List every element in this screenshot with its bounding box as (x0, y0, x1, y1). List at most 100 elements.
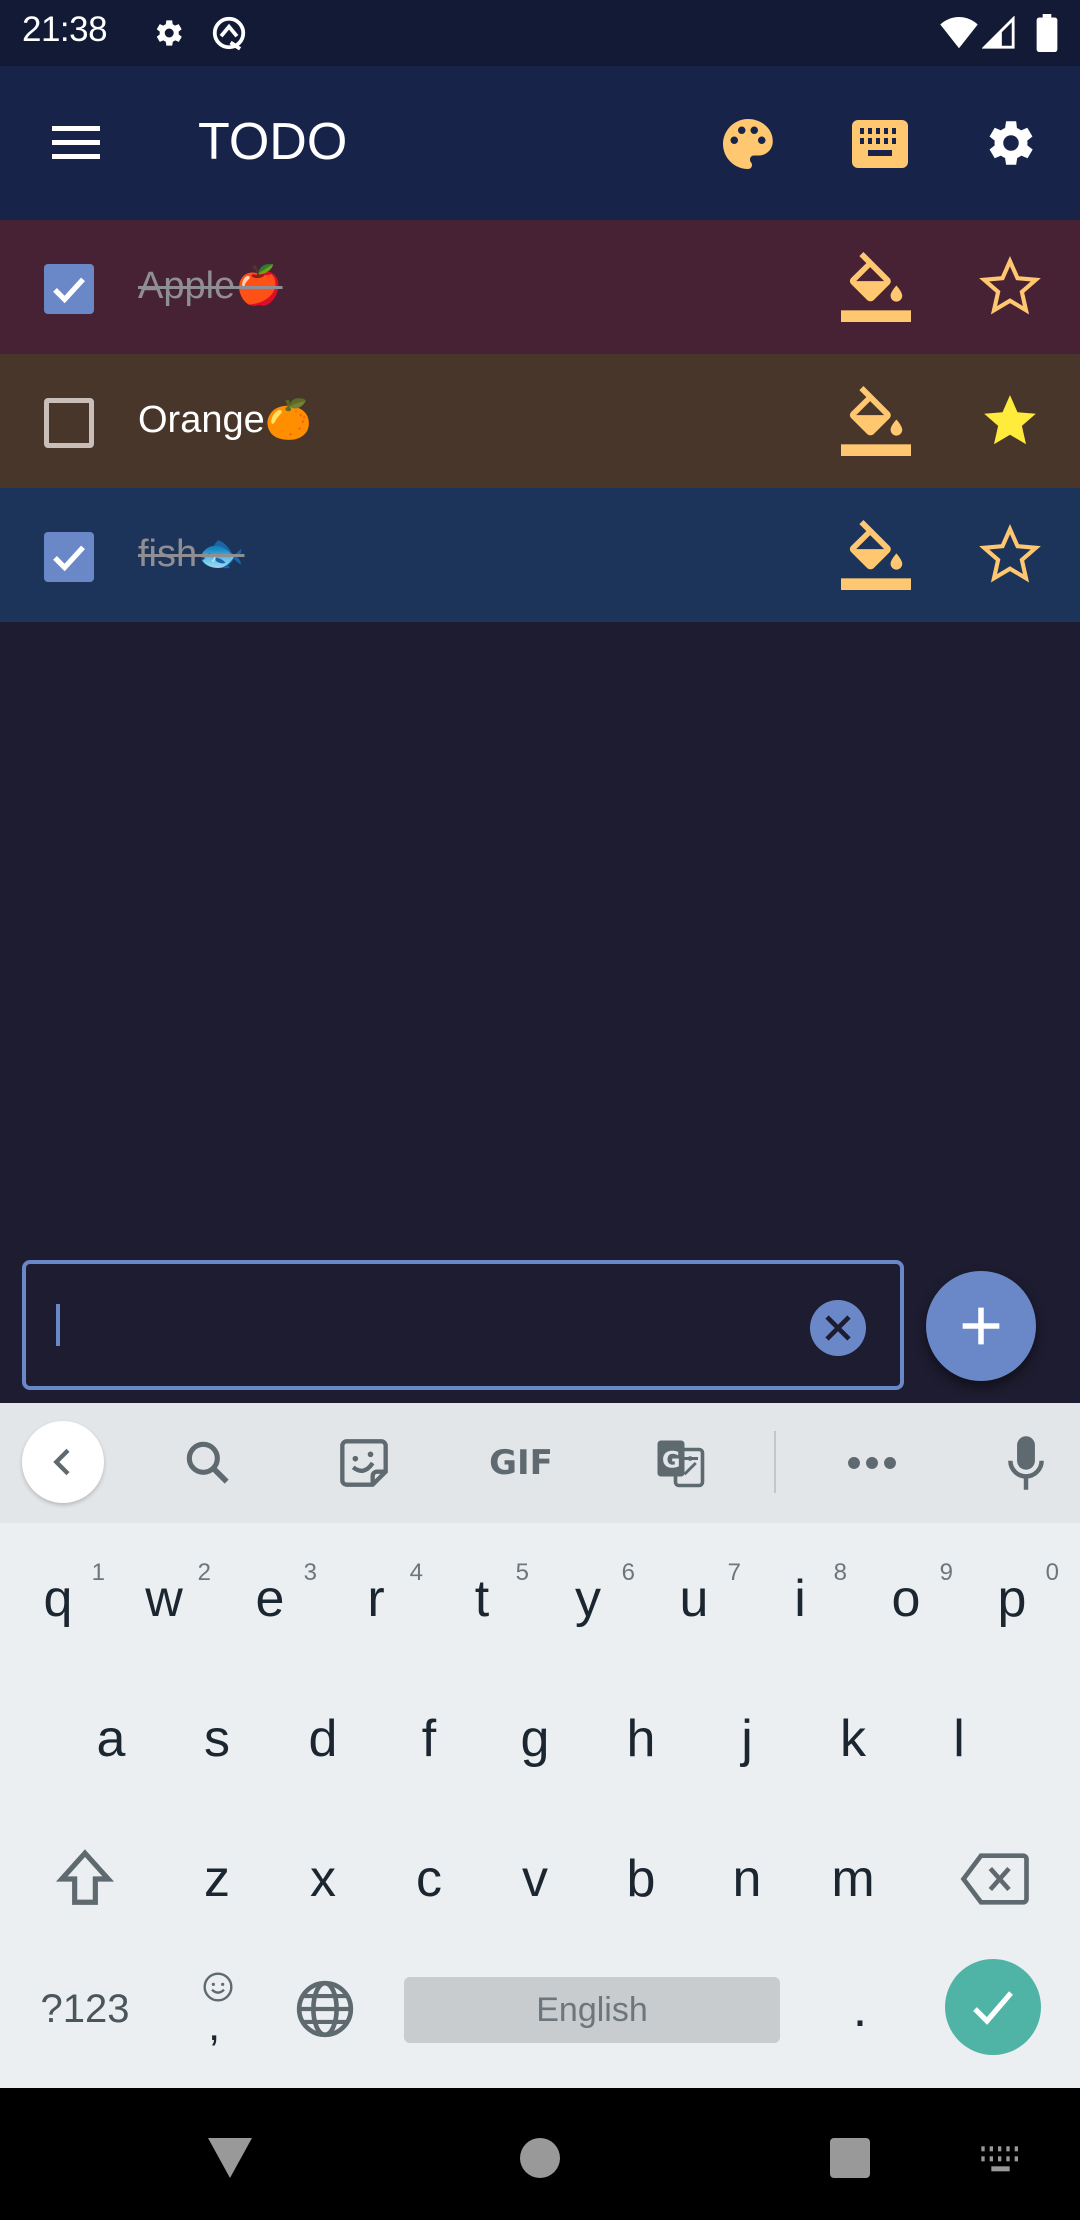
status-bar: 21:38 (0, 0, 1080, 66)
key-l[interactable]: l (906, 1679, 1012, 1799)
keyboard-gif-button[interactable]: GIF (476, 1421, 566, 1505)
todo-checkbox[interactable] (44, 532, 94, 582)
todo-checkbox[interactable] (44, 264, 94, 314)
hamburger-menu-icon[interactable] (40, 116, 112, 170)
app-bar: TODO (0, 66, 1080, 220)
language-key[interactable] (280, 1949, 370, 2069)
key-q[interactable]: q1 (5, 1539, 111, 1659)
key-label: y (575, 1570, 601, 1628)
key-hint-number: 0 (1045, 1559, 1059, 1586)
check-icon (973, 1991, 1013, 2025)
symbols-key[interactable]: ?123 (20, 1949, 150, 2069)
key-a[interactable]: a (58, 1679, 164, 1799)
todo-emoji: 🍊 (264, 399, 313, 441)
key-z[interactable]: z (164, 1819, 270, 1939)
star-icon[interactable] (978, 390, 1042, 452)
key-label: q (43, 1570, 73, 1628)
period-key[interactable]: . (810, 1949, 910, 2069)
key-e[interactable]: e3 (217, 1539, 323, 1659)
key-k[interactable]: k (800, 1679, 906, 1799)
key-o[interactable]: o9 (853, 1539, 959, 1659)
shift-key[interactable] (30, 1819, 140, 1939)
close-icon (825, 1315, 851, 1341)
key-u[interactable]: u7 (641, 1539, 747, 1659)
new-todo-input[interactable] (52, 1284, 812, 1366)
key-r[interactable]: r4 (323, 1539, 429, 1659)
space-key[interactable]: English (404, 1977, 780, 2043)
star-icon[interactable] (978, 524, 1042, 586)
plus-icon (962, 1307, 1000, 1345)
todo-label: fish (138, 533, 198, 575)
key-s[interactable]: s (164, 1679, 270, 1799)
add-todo-button[interactable] (926, 1271, 1036, 1381)
todo-checkbox[interactable] (44, 398, 94, 448)
key-label: s (204, 1710, 230, 1768)
key-label: m (831, 1850, 875, 1908)
key-g[interactable]: g (482, 1679, 588, 1799)
fill-color-bucket-icon[interactable] (840, 252, 912, 322)
key-i[interactable]: i8 (747, 1539, 853, 1659)
new-todo-input-box[interactable] (22, 1260, 904, 1390)
keyboard-more-button[interactable] (830, 1421, 914, 1505)
key-n[interactable]: n (694, 1819, 800, 1939)
settings-icon (156, 20, 182, 46)
key-w[interactable]: w2 (111, 1539, 217, 1659)
key-label: d (308, 1710, 338, 1768)
key-label: u (679, 1570, 709, 1628)
todo-item[interactable]: Apple🍎 (0, 220, 1080, 354)
key-label: h (626, 1710, 656, 1768)
keyboard-switch-icon[interactable] (978, 2128, 1028, 2188)
recents-square-icon[interactable] (820, 2128, 880, 2188)
backspace-key[interactable] (940, 1819, 1050, 1939)
key-x[interactable]: x (270, 1819, 376, 1939)
key-m[interactable]: m (800, 1819, 906, 1939)
keyboard-translate-button[interactable]: G (638, 1421, 722, 1505)
home-circle-icon[interactable] (510, 2128, 570, 2188)
keyboard-sticker-button[interactable] (322, 1421, 406, 1505)
star-icon[interactable] (978, 256, 1042, 318)
todo-label: Apple (138, 265, 236, 307)
clear-input-button[interactable] (810, 1300, 866, 1356)
keyboard-icon[interactable] (850, 118, 910, 170)
key-h[interactable]: h (588, 1679, 694, 1799)
back-triangle-icon[interactable] (200, 2128, 260, 2188)
comma-emoji-key[interactable]: , (170, 1949, 266, 2069)
key-label: g (520, 1710, 550, 1768)
key-c[interactable]: c (376, 1819, 482, 1939)
key-d[interactable]: d (270, 1679, 376, 1799)
key-y[interactable]: y6 (535, 1539, 641, 1659)
q-app-icon (212, 16, 246, 51)
fill-color-bucket-icon[interactable] (840, 520, 912, 590)
todo-item[interactable]: fish🐟 (0, 488, 1080, 622)
key-label: z (204, 1850, 230, 1908)
todo-text[interactable]: fish🐟 (138, 528, 244, 580)
key-hint-number: 2 (197, 1559, 211, 1586)
key-hint-number: 8 (833, 1559, 847, 1586)
system-nav-bar (0, 2088, 1080, 2220)
key-v[interactable]: v (482, 1819, 588, 1939)
keyboard-mic-button[interactable] (984, 1421, 1068, 1505)
keyboard-collapse-button[interactable] (22, 1421, 104, 1503)
todo-label: Orange (138, 399, 265, 441)
keyboard-search-button[interactable] (166, 1421, 250, 1505)
soft-keyboard: GIF G q1w2e3r4t5y6u7i8o9p0asdfghjklzxcvb… (0, 1403, 1080, 2088)
key-b[interactable]: b (588, 1819, 694, 1939)
palette-icon[interactable] (718, 114, 778, 174)
key-hint-number: 7 (727, 1559, 741, 1586)
key-p[interactable]: p0 (959, 1539, 1065, 1659)
battery-icon (1036, 14, 1058, 52)
more-icon (848, 1457, 896, 1469)
fill-color-bucket-icon[interactable] (840, 386, 912, 456)
key-label: t (474, 1570, 490, 1628)
todo-item[interactable]: Orange🍊 (0, 354, 1080, 488)
key-j[interactable]: j (694, 1679, 800, 1799)
comma-label: , (208, 2001, 221, 2050)
enter-key[interactable] (945, 1959, 1041, 2055)
backspace-icon (960, 1853, 1029, 1905)
globe-icon (296, 1980, 354, 2038)
todo-text[interactable]: Apple🍎 (138, 260, 283, 312)
todo-text[interactable]: Orange🍊 (138, 394, 312, 446)
key-t[interactable]: t5 (429, 1539, 535, 1659)
settings-gear-icon[interactable] (980, 112, 1042, 174)
key-f[interactable]: f (376, 1679, 482, 1799)
